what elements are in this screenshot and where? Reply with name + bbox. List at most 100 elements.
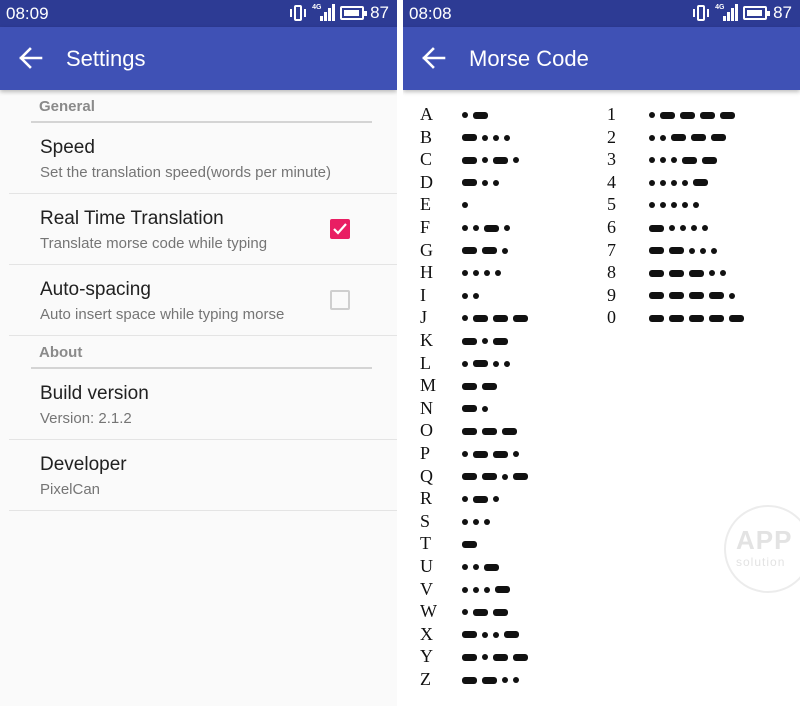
morse-character: O bbox=[420, 420, 433, 441]
morse-dot bbox=[482, 157, 488, 164]
pref-summary: Set the translation speed(words per minu… bbox=[40, 164, 331, 181]
watermark-text: APP bbox=[736, 525, 793, 555]
signal-icon: 4G bbox=[715, 4, 739, 22]
morse-dot bbox=[462, 496, 468, 503]
morse-dot bbox=[649, 112, 655, 118]
pref-title: Developer bbox=[40, 454, 127, 475]
morse-dot bbox=[473, 292, 479, 299]
morse-dash bbox=[462, 179, 477, 187]
morse-dash bbox=[484, 224, 499, 232]
morse-dot bbox=[482, 654, 488, 661]
pref-real-time-translation[interactable]: Real Time Translation Translate morse co… bbox=[9, 194, 397, 265]
morse-dash bbox=[689, 292, 704, 300]
morse-dash bbox=[482, 473, 497, 481]
morse-character: 7 bbox=[607, 239, 616, 260]
morse-dot bbox=[482, 405, 488, 412]
battery-icon bbox=[743, 6, 771, 20]
arrow-left-icon[interactable] bbox=[19, 47, 43, 69]
morse-symbols bbox=[462, 533, 477, 555]
morse-symbols bbox=[462, 172, 499, 194]
morse-dot bbox=[729, 292, 735, 299]
morse-dot bbox=[513, 157, 519, 164]
morse-character: C bbox=[420, 149, 433, 170]
checkbox-unchecked-icon[interactable] bbox=[330, 290, 350, 310]
morse-character: 4 bbox=[607, 171, 616, 192]
morse-dash bbox=[484, 563, 499, 571]
morse-character: 9 bbox=[607, 284, 616, 305]
checkbox-checked-icon[interactable] bbox=[330, 219, 350, 239]
morse-character: G bbox=[420, 239, 433, 260]
app-bar: Morse Code bbox=[403, 27, 800, 90]
pref-summary: Version: 2.1.2 bbox=[40, 410, 132, 427]
morse-dot bbox=[484, 270, 490, 277]
morse-dot bbox=[689, 247, 695, 254]
morse-dash bbox=[669, 269, 684, 277]
morse-dash bbox=[669, 314, 684, 322]
arrow-left-icon[interactable] bbox=[422, 47, 446, 69]
pref-speed[interactable]: Speed Set the translation speed(words pe… bbox=[9, 123, 397, 194]
morse-symbols bbox=[462, 330, 508, 352]
morse-dot bbox=[462, 451, 468, 457]
morse-dash bbox=[473, 450, 488, 458]
page-title: Settings bbox=[66, 46, 146, 71]
morse-dash bbox=[462, 247, 477, 255]
morse-dash bbox=[689, 314, 704, 322]
morse-dot bbox=[484, 518, 490, 525]
morse-dash bbox=[702, 156, 717, 164]
morse-dash bbox=[473, 111, 488, 119]
morse-dot bbox=[502, 473, 508, 480]
morse-dash bbox=[711, 134, 726, 142]
pref-auto-spacing[interactable]: Auto-spacing Auto insert space while typ… bbox=[9, 265, 397, 336]
morse-dot bbox=[720, 270, 726, 277]
morse-symbols bbox=[649, 285, 735, 307]
morse-symbols bbox=[649, 104, 735, 126]
morse-character: T bbox=[420, 533, 431, 554]
morse-symbols bbox=[462, 285, 479, 307]
morse-character: H bbox=[420, 262, 433, 283]
morse-dash bbox=[689, 269, 704, 277]
morse-dot bbox=[482, 631, 488, 638]
morse-dot bbox=[700, 247, 706, 254]
morse-dot bbox=[493, 134, 499, 141]
morse-symbols bbox=[462, 579, 510, 601]
morse-dot bbox=[462, 315, 468, 322]
morse-character: V bbox=[420, 578, 433, 599]
settings-screen: 08:09 4G 87 Settings General Speed Set t… bbox=[0, 0, 397, 706]
morse-symbols bbox=[462, 443, 519, 465]
network-type-label: 4G bbox=[715, 4, 725, 11]
morse-dash bbox=[493, 653, 508, 661]
pref-build-version[interactable]: Build version Version: 2.1.2 bbox=[9, 369, 397, 440]
battery-level: 87 bbox=[370, 3, 389, 22]
morse-dash bbox=[482, 382, 497, 390]
morse-dash bbox=[649, 292, 664, 300]
morse-dash bbox=[482, 427, 497, 435]
morse-dot bbox=[473, 518, 479, 525]
morse-character: Y bbox=[420, 646, 433, 667]
morse-symbols bbox=[462, 194, 468, 216]
morse-symbols bbox=[462, 420, 517, 442]
morse-dot bbox=[680, 225, 686, 231]
morse-code-screen: 08:08 4G 87 Morse Code APP solution ABCD… bbox=[403, 0, 800, 706]
morse-symbols bbox=[462, 556, 499, 578]
morse-dash bbox=[513, 653, 528, 661]
app-bar: Settings bbox=[0, 27, 397, 90]
morse-dash bbox=[462, 134, 477, 142]
vibrate-icon bbox=[290, 4, 307, 22]
morse-symbols bbox=[649, 149, 717, 171]
morse-dot bbox=[660, 179, 666, 186]
morse-symbols bbox=[649, 217, 708, 239]
morse-character: Q bbox=[420, 465, 433, 486]
morse-dot bbox=[473, 564, 479, 570]
morse-dash bbox=[493, 608, 508, 616]
morse-dash bbox=[462, 631, 477, 639]
morse-dash bbox=[462, 473, 477, 481]
morse-dot bbox=[502, 677, 508, 683]
vibrate-icon bbox=[693, 4, 710, 22]
morse-dot bbox=[513, 451, 519, 457]
morse-character: W bbox=[420, 601, 437, 622]
morse-dot bbox=[462, 270, 468, 277]
morse-dash bbox=[462, 337, 477, 345]
pref-developer[interactable]: Developer PixelCan bbox=[9, 440, 397, 511]
morse-dash bbox=[493, 314, 508, 322]
morse-table: APP solution ABCDEFGHIJKLMNOPQRSTUVWXYZ 1… bbox=[403, 90, 800, 706]
